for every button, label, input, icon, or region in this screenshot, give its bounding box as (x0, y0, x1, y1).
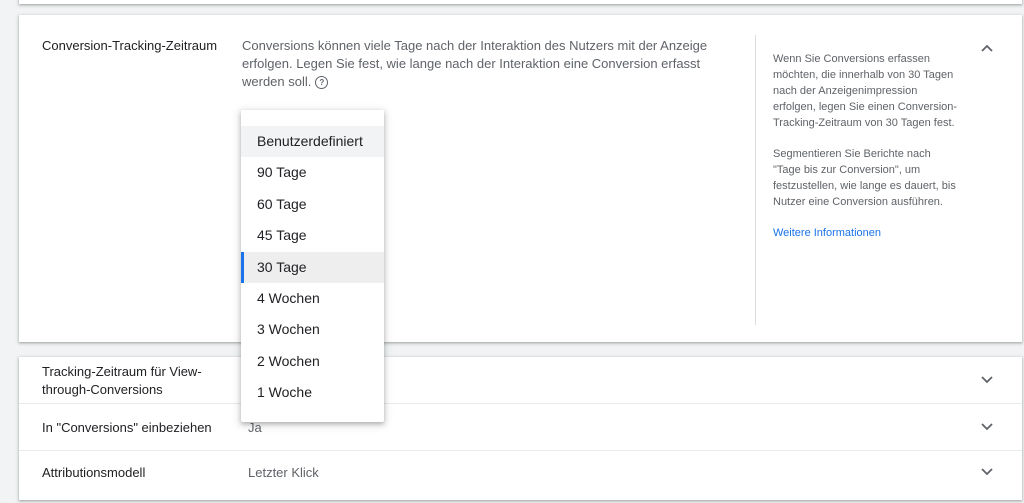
previous-section-card (19, 0, 1022, 4)
settings-row-include-in-conversions[interactable]: In "Conversions" einbeziehen Ja (19, 404, 1022, 451)
chevron-down-icon[interactable] (979, 372, 995, 388)
help-icon[interactable]: ? (315, 76, 329, 90)
help-sidebar: Wenn Sie Conversions erfassen möchten, d… (773, 51, 959, 256)
vertical-divider (755, 35, 756, 325)
chevron-down-icon[interactable] (979, 464, 995, 480)
dropdown-option-45-days[interactable]: 45 Tage (241, 220, 384, 251)
chevron-down-icon[interactable] (979, 419, 995, 435)
dropdown-option-2-weeks[interactable]: 2 Wochen (241, 346, 384, 377)
row-value: Letzter Klick (248, 465, 319, 480)
sidebar-paragraph-2: Segmentieren Sie Berichte nach "Tage bis… (773, 148, 956, 208)
sidebar-paragraph-1: Wenn Sie Conversions erfassen möchten, d… (773, 53, 958, 129)
settings-row-attribution-model[interactable]: Attributionsmodell Letzter Klick (19, 451, 1022, 497)
row-title: Tracking-Zeitraum für View-through-Conve… (42, 364, 202, 397)
dropdown-option-3-weeks[interactable]: 3 Wochen (241, 314, 384, 345)
chevron-up-icon[interactable] (979, 40, 995, 56)
conversion-window-dropdown: Benutzerdefiniert 90 Tage 60 Tage 45 Tag… (241, 110, 384, 422)
dropdown-option-90-days[interactable]: 90 Tage (241, 157, 384, 188)
dropdown-option-30-days[interactable]: 30 Tage (241, 251, 384, 284)
dropdown-option-60-days[interactable]: 60 Tage (241, 189, 384, 220)
conversion-window-card: Conversion-Tracking-Zeitraum Conversions… (19, 15, 1022, 342)
dropdown-option-custom[interactable]: Benutzerdefiniert (241, 126, 384, 158)
settings-row-view-through[interactable]: Tracking-Zeitraum für View-through-Conve… (19, 357, 1022, 404)
conversion-window-title: Conversion-Tracking-Zeitraum (42, 38, 218, 53)
row-title: Attributionsmodell (42, 465, 146, 480)
description-text: Conversions können viele Tage nach der I… (242, 38, 708, 89)
conversion-window-description: Conversions können viele Tage nach der I… (242, 37, 742, 91)
row-title: In "Conversions" einbeziehen (42, 420, 212, 435)
dropdown-option-4-weeks[interactable]: 4 Wochen (241, 283, 384, 314)
settings-rows-card: Tracking-Zeitraum für View-through-Conve… (19, 357, 1022, 500)
dropdown-option-1-week[interactable]: 1 Woche (241, 377, 384, 408)
learn-more-link[interactable]: Weitere Informationen (773, 227, 881, 239)
